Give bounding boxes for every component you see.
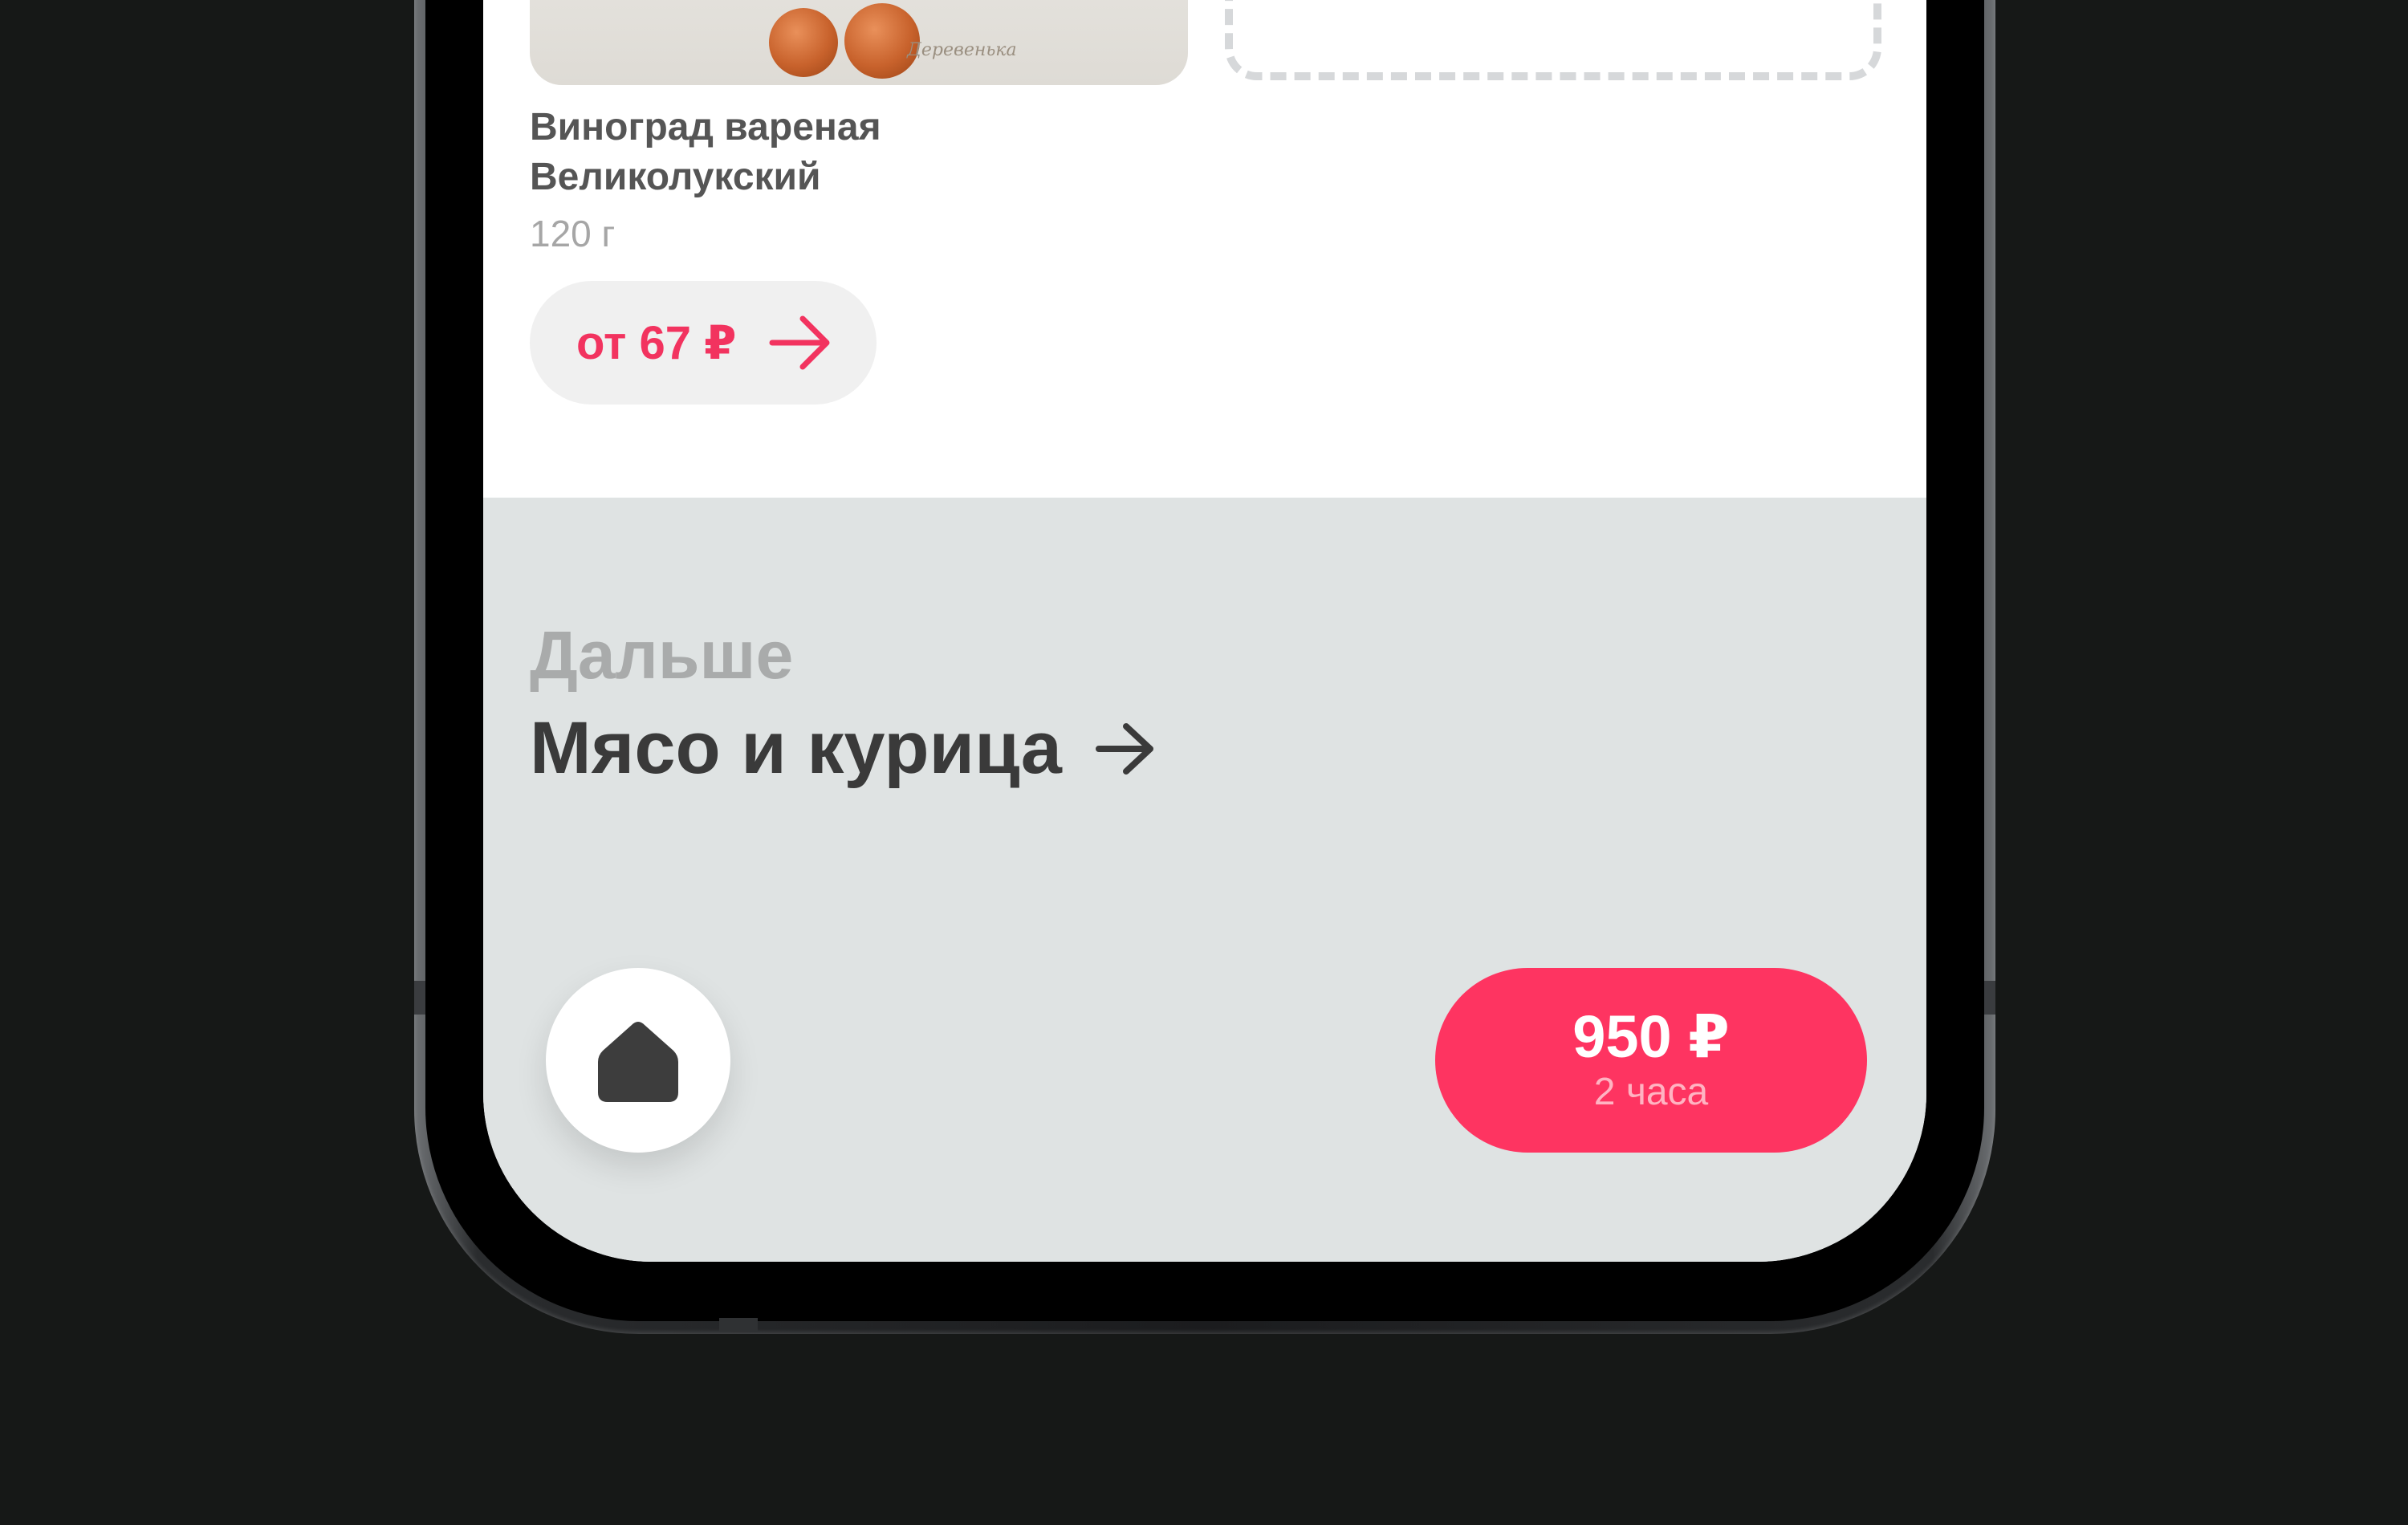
next-category-title: Мясо и курица [530, 707, 1062, 789]
next-category-link[interactable]: Мясо и курица [530, 706, 1157, 791]
product-name: Виноград вареная Великолукский [530, 106, 881, 198]
product-weight: 120 г [530, 213, 616, 254]
egg-image [769, 8, 838, 77]
stage: Деревенька Виноград вареная Великолукски… [0, 0, 2408, 1525]
phone-screen: Деревенька Виноград вареная Великолукски… [483, 0, 1926, 1262]
next-category-section: Дальше Мясо и курица 950 ₽ 2 часа [483, 498, 1926, 1262]
side-button [1984, 981, 1995, 1015]
phone-bottom-notch [719, 1318, 758, 1331]
empty-product-slot [1225, 0, 1881, 80]
home-icon [598, 1022, 678, 1102]
home-button[interactable] [546, 968, 730, 1153]
price-label: от 67 ₽ [576, 317, 737, 369]
carton-brand-text: Деревенька [907, 40, 1017, 60]
add-to-cart-price-button[interactable]: от 67 ₽ [530, 281, 877, 405]
arrow-right-icon [1095, 722, 1153, 775]
cart-total: 950 ₽ [1572, 1003, 1730, 1070]
cart-button[interactable]: 950 ₽ 2 часа [1435, 968, 1867, 1153]
side-button [414, 981, 425, 1015]
arrow-right-icon [769, 315, 829, 370]
delivery-eta: 2 часа [1593, 1071, 1709, 1113]
next-label: Дальше [530, 617, 794, 693]
product-image[interactable]: Деревенька [530, 0, 1188, 85]
